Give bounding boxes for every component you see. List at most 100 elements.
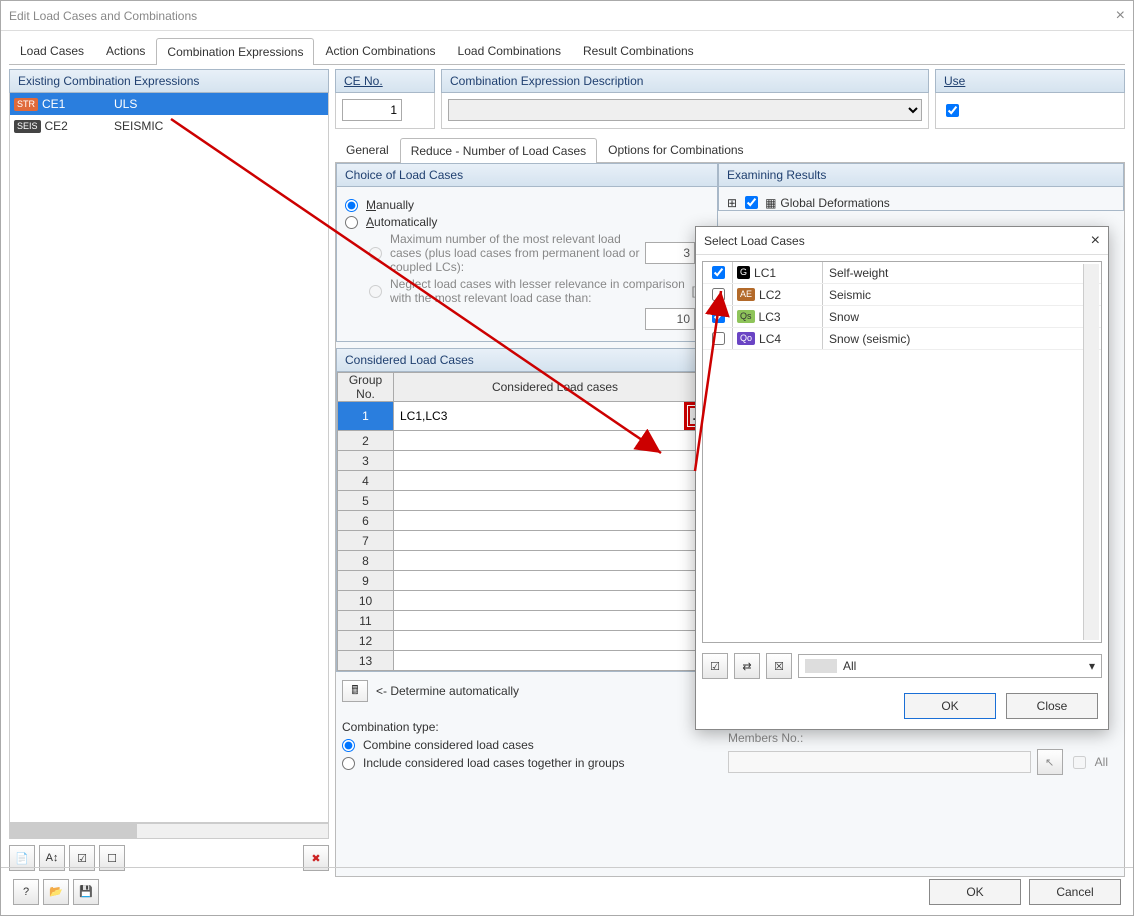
use-header: Use (935, 69, 1125, 93)
tag-str: STR (14, 98, 38, 111)
lc-id: LC3 (759, 310, 781, 324)
label-automatically: Automatically (366, 215, 437, 229)
ce-row-ce2[interactable]: SEIS CE2 SEISMIC (10, 115, 328, 137)
expand-icon[interactable]: ⊞ (727, 196, 737, 210)
ok-button[interactable]: OK (929, 879, 1021, 905)
ce-list[interactable]: STR CE1 ULS SEIS CE2 SEISMIC (9, 93, 329, 823)
table-row[interactable]: 5 (338, 491, 717, 511)
lc-id: LC2 (759, 288, 781, 302)
ce-row-ce1[interactable]: STR CE1 ULS (10, 93, 328, 115)
rownum: 7 (338, 531, 394, 551)
rownum: 10 (338, 591, 394, 611)
tab-result-combinations[interactable]: Result Combinations (572, 37, 705, 64)
label-combine: Combine considered load cases (363, 738, 534, 752)
table-row[interactable]: 2 (338, 431, 717, 451)
lc3-checkbox[interactable] (712, 310, 725, 323)
tab-load-cases[interactable]: Load Cases (9, 37, 95, 64)
table-row[interactable]: 1 … (338, 402, 717, 431)
members-no-label: Members No.: (728, 731, 803, 745)
popup-close-icon[interactable]: × (1091, 232, 1100, 250)
close-icon[interactable]: × (1116, 7, 1125, 25)
window-title: Edit Load Cases and Combinations (9, 9, 197, 23)
subtab-options[interactable]: Options for Combinations (597, 137, 754, 162)
radio-max-number (369, 247, 382, 260)
table-row[interactable]: 4 (338, 471, 717, 491)
pick-button[interactable]: ↖ (1037, 749, 1063, 775)
radio-manually[interactable] (345, 199, 358, 212)
table-row[interactable]: 11 (338, 611, 717, 631)
calculator-icon[interactable]: 🖩 (342, 680, 368, 702)
main-tabs: Load Cases Actions Combination Expressio… (9, 37, 1125, 65)
considered-input-1[interactable] (398, 407, 684, 425)
radio-combine[interactable] (342, 739, 355, 752)
popup-close-button[interactable]: Close (1006, 693, 1098, 719)
lc4-checkbox[interactable] (712, 332, 725, 345)
rownum: 12 (338, 631, 394, 651)
table-row[interactable]: 13 (338, 651, 717, 671)
select-all-button[interactable]: ☑ (702, 653, 728, 679)
list-item[interactable]: QsLC3 Snow (703, 306, 1101, 328)
select-load-cases-dialog: Select Load Cases × GLC1 Self-weight AEL… (695, 226, 1109, 730)
combination-type: Combination type: Combine considered loa… (342, 720, 712, 774)
h-scrollbar[interactable] (9, 823, 329, 839)
tab-action-combinations[interactable]: Action Combinations (314, 37, 446, 64)
table-row[interactable]: 12 (338, 631, 717, 651)
popup-scrollbar[interactable] (1083, 264, 1099, 640)
list-item[interactable]: AELC2 Seismic (703, 284, 1101, 306)
radio-include-groups[interactable] (342, 757, 355, 770)
help-button[interactable]: ? (13, 879, 39, 905)
rownum: 3 (338, 451, 394, 471)
list-item[interactable]: GLC1 Self-weight (703, 262, 1101, 284)
table-row[interactable]: 3 (338, 451, 717, 471)
table-row[interactable]: 7 (338, 531, 717, 551)
save-button[interactable]: 💾 (73, 879, 99, 905)
popup-ok-button[interactable]: OK (904, 693, 996, 719)
tab-combination-expressions[interactable]: Combination Expressions (156, 38, 314, 65)
combo-type-label: Combination type: (342, 720, 712, 734)
tree-item-global-def[interactable]: ⊞ ▦ Global Deformations (723, 191, 1119, 211)
filter-color-swatch (805, 659, 837, 673)
subtab-general[interactable]: General (335, 137, 400, 162)
chevron-down-icon: ▾ (1089, 659, 1095, 673)
rownum: 13 (338, 651, 394, 671)
popup-list[interactable]: GLC1 Self-weight AELC2 Seismic QsLC3 Sno… (702, 261, 1102, 643)
tab-actions[interactable]: Actions (95, 37, 156, 64)
table-row[interactable]: 10 (338, 591, 717, 611)
lc1-checkbox[interactable] (712, 266, 725, 279)
considered-table[interactable]: Group No. Considered Load cases 1 … (337, 372, 717, 671)
max-number-input (645, 242, 695, 264)
tag-g-icon: G (737, 266, 750, 279)
subtab-reduce[interactable]: Reduce - Number of Load Cases (400, 138, 597, 163)
radio-neglect (369, 285, 382, 298)
label-include-groups: Include considered load cases together i… (363, 756, 625, 770)
ce-no-input[interactable] (342, 99, 402, 121)
list-item[interactable]: QoLC4 Snow (seismic) (703, 328, 1101, 350)
grid-icon: ▦ (765, 196, 776, 210)
deselect-all-button[interactable]: ☒ (766, 653, 792, 679)
filter-select[interactable]: All ▾ (798, 654, 1102, 678)
radio-automatically[interactable] (345, 216, 358, 229)
determine-auto-row: 🖩 <- Determine automatically (342, 680, 712, 702)
tab-load-combinations[interactable]: Load Combinations (447, 37, 572, 64)
invert-button[interactable]: ⇄ (734, 653, 760, 679)
open-button[interactable]: 📂 (43, 879, 69, 905)
sub-tabs: General Reduce - Number of Load Cases Op… (335, 137, 1125, 163)
lc-desc: Self-weight (823, 266, 1101, 280)
members-no-input (728, 751, 1031, 773)
table-row[interactable]: 8 (338, 551, 717, 571)
rownum: 2 (338, 431, 394, 451)
col-group-no: Group No. (338, 373, 394, 402)
use-checkbox[interactable] (946, 104, 959, 117)
tree-checkbox[interactable] (745, 196, 758, 209)
table-row[interactable]: 6 (338, 511, 717, 531)
lc2-checkbox[interactable] (712, 288, 725, 301)
ce-desc-select[interactable] (448, 99, 922, 121)
table-row[interactable]: 9 (338, 571, 717, 591)
rownum: 11 (338, 611, 394, 631)
rownum: 8 (338, 551, 394, 571)
all-label: All (1095, 755, 1108, 769)
dialog-edit-load-cases: Edit Load Cases and Combinations × Load … (0, 0, 1134, 916)
cancel-button[interactable]: Cancel (1029, 879, 1121, 905)
lc-desc: Snow (seismic) (823, 332, 1101, 346)
examining-header: Examining Results (718, 163, 1124, 187)
